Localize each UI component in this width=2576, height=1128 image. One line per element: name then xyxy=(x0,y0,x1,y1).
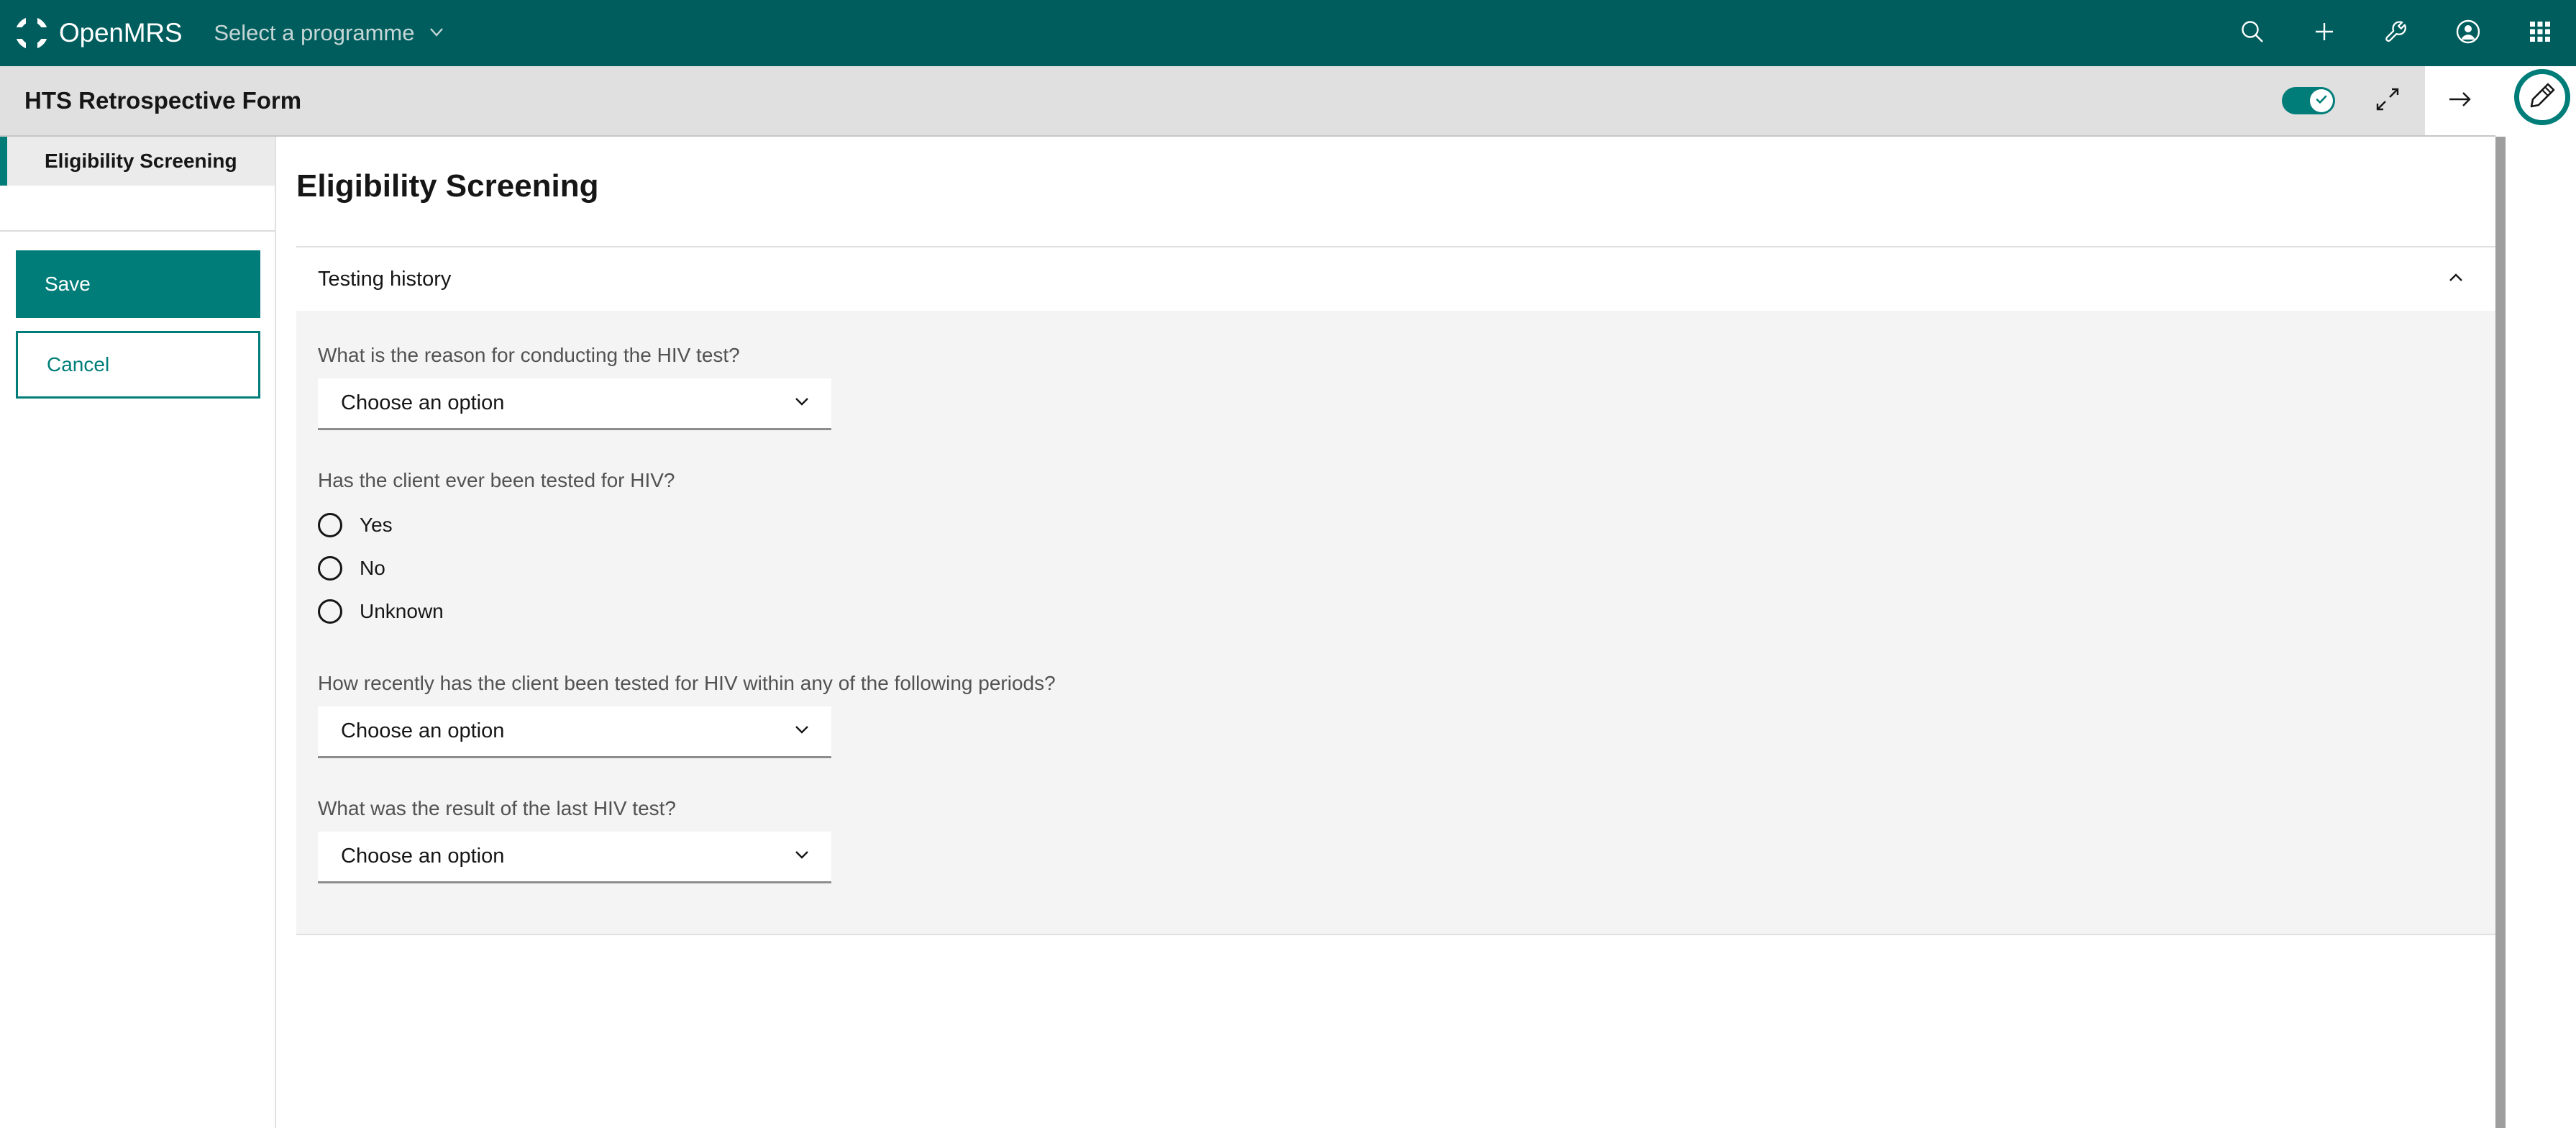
wrench-icon xyxy=(2382,17,2411,50)
form-main-content: Eligibility Screening Testing history Wh… xyxy=(278,137,2495,1128)
plus-icon xyxy=(2310,17,2339,50)
save-button[interactable]: Save xyxy=(16,250,260,318)
radio-label: Unknown xyxy=(360,600,444,622)
openmrs-logo-icon xyxy=(15,17,48,50)
right-rail xyxy=(2506,66,2576,1128)
edit-form-button[interactable] xyxy=(2514,69,2570,125)
top-navigation-bar: OpenMRS Select a programme xyxy=(0,0,2576,66)
select-value: Choose an option xyxy=(341,391,505,414)
sidebar-actions: Save Cancel xyxy=(0,232,275,399)
radio-label: No xyxy=(360,557,385,579)
topnav-actions xyxy=(2216,0,2576,66)
accordion-title: Testing history xyxy=(318,267,452,291)
user-avatar-icon xyxy=(2454,17,2483,50)
page-title: Eligibility Screening xyxy=(296,168,599,204)
toggle-track xyxy=(2282,87,2335,114)
pencil-edit-icon xyxy=(2527,81,2557,114)
brand: OpenMRS xyxy=(0,17,183,50)
chevron-down-icon xyxy=(427,22,446,45)
accordion-header[interactable]: Testing history xyxy=(296,247,2495,311)
radio-option-yes[interactable]: Yes xyxy=(318,504,2495,547)
tools-button[interactable] xyxy=(2360,0,2432,66)
add-button[interactable] xyxy=(2288,0,2360,66)
chevron-down-icon xyxy=(791,844,813,869)
programme-selector-label: Select a programme xyxy=(214,20,415,45)
select-value: Choose an option xyxy=(341,845,505,868)
radio-label: Yes xyxy=(360,514,393,536)
select-value: Choose an option xyxy=(341,719,505,742)
collapse-arrows-icon xyxy=(2373,85,2402,117)
hiv-test-reason-select[interactable]: Choose an option xyxy=(318,378,831,430)
field-last-hiv-test-result: What was the result of the last HIV test… xyxy=(296,797,2495,883)
cancel-button[interactable]: Cancel xyxy=(16,331,260,399)
radio-option-unknown[interactable]: Unknown xyxy=(318,590,2495,633)
app-switcher-button[interactable] xyxy=(2504,0,2576,66)
chevron-down-icon xyxy=(791,719,813,744)
radio-circle-icon xyxy=(318,599,342,624)
accordion-testing-history: Testing history What is the reason for c… xyxy=(296,246,2495,935)
form-sidebar: Eligibility Screening Save Cancel xyxy=(0,137,276,1128)
field-hiv-test-reason: What is the reason for conducting the HI… xyxy=(296,344,2495,430)
form-mode-toggle[interactable] xyxy=(2265,66,2352,135)
field-label: Has the client ever been tested for HIV? xyxy=(318,469,675,491)
toggle-knob xyxy=(2310,89,2333,112)
chevron-down-icon xyxy=(791,391,813,416)
sidebar-item-label: Eligibility Screening xyxy=(45,150,237,172)
form-title: HTS Retrospective Form xyxy=(24,87,302,114)
accordion-body: What is the reason for conducting the HI… xyxy=(296,311,2495,935)
field-label: How recently has the client been tested … xyxy=(318,672,1056,694)
last-hiv-test-result-select[interactable]: Choose an option xyxy=(318,832,831,883)
vertical-divider xyxy=(2495,137,2506,1128)
search-button[interactable] xyxy=(2216,0,2288,66)
ever-tested-radio-group: Yes No Unknown xyxy=(318,504,2495,633)
brand-name: OpenMRS xyxy=(59,18,183,47)
sidebar-item-eligibility-screening[interactable]: Eligibility Screening xyxy=(0,137,275,186)
field-label: What was the result of the last HIV test… xyxy=(318,797,676,819)
chevron-up-icon xyxy=(2445,267,2467,292)
radio-option-no[interactable]: No xyxy=(318,547,2495,590)
field-label: What is the reason for conducting the HI… xyxy=(318,344,740,366)
next-button[interactable] xyxy=(2424,66,2495,135)
radio-circle-icon xyxy=(318,556,342,581)
search-icon xyxy=(2238,17,2267,50)
active-accent-bar xyxy=(0,137,7,186)
checkmark-icon xyxy=(2314,91,2329,111)
field-how-recently-tested: How recently has the client been tested … xyxy=(296,672,2495,758)
how-recently-tested-select[interactable]: Choose an option xyxy=(318,706,831,758)
programme-selector[interactable]: Select a programme xyxy=(208,0,452,66)
form-header-bar: HTS Retrospective Form xyxy=(0,66,2495,137)
field-ever-tested-for-hiv: Has the client ever been tested for HIV?… xyxy=(296,469,2495,633)
radio-circle-icon xyxy=(318,513,342,537)
arrow-right-icon xyxy=(2445,84,2475,118)
user-button[interactable] xyxy=(2432,0,2504,66)
collapse-form-button[interactable] xyxy=(2352,66,2424,135)
app-grid-icon xyxy=(2526,18,2554,49)
